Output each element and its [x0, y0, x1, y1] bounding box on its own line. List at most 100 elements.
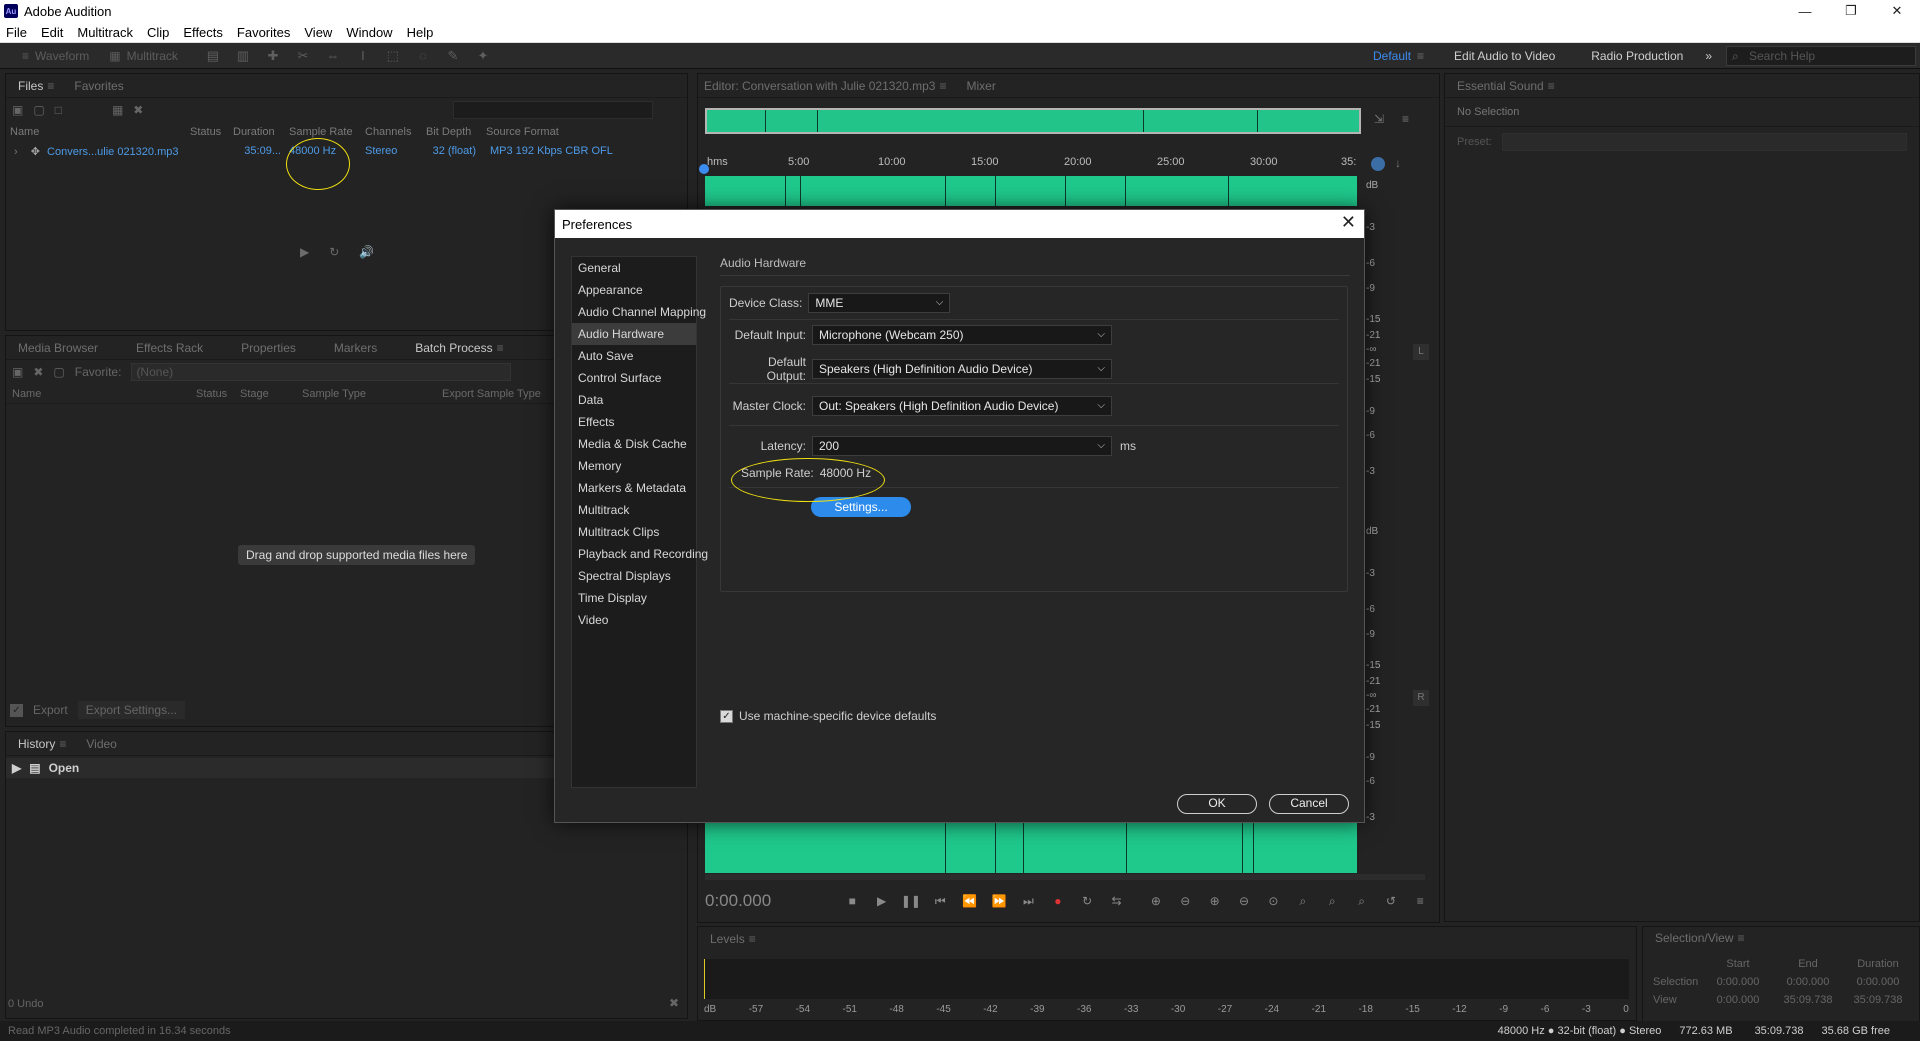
- files-panel-menu-icon[interactable]: ≡: [47, 79, 54, 93]
- marquee-tool-icon[interactable]: ⬚: [384, 48, 402, 63]
- sv-selection-end[interactable]: 0:00.000: [1773, 976, 1843, 988]
- open-file-icon[interactable]: ▣: [12, 103, 23, 117]
- preview-volume-icon[interactable]: 🔊: [359, 245, 374, 259]
- essential-sound-menu-icon[interactable]: ≡: [1548, 79, 1555, 93]
- channel-right-label[interactable]: R: [1413, 690, 1429, 706]
- zoom-reset-icon[interactable]: ↺: [1376, 894, 1405, 908]
- favorite-select[interactable]: (None): [131, 363, 512, 381]
- batch-col-export-sample-type[interactable]: Export Sample Type: [438, 388, 558, 400]
- cancel-button[interactable]: Cancel: [1269, 794, 1349, 814]
- waveform-channel-left[interactable]: [705, 176, 1357, 206]
- stop-icon[interactable]: ■: [838, 894, 867, 908]
- skip-selection-icon[interactable]: ⇆: [1102, 894, 1131, 908]
- history-delete-icon[interactable]: ✖: [669, 996, 679, 1010]
- export-settings-button[interactable]: Export Settings...: [77, 701, 186, 719]
- editor-panel-menu-icon[interactable]: ≡: [939, 79, 946, 93]
- loop-playback-icon[interactable]: ↻: [1073, 894, 1102, 908]
- history-panel-menu-icon[interactable]: ≡: [59, 737, 66, 751]
- current-time-display[interactable]: 0:00.000: [705, 891, 823, 911]
- files-search-input[interactable]: [453, 101, 654, 119]
- tab-history[interactable]: History: [18, 737, 55, 751]
- tab-video[interactable]: Video: [86, 737, 116, 751]
- menu-view[interactable]: View: [304, 25, 332, 40]
- batch-open-icon[interactable]: ▣: [12, 365, 23, 379]
- tab-effects-rack[interactable]: Effects Rack: [136, 341, 203, 355]
- lasso-tool-icon[interactable]: ◌: [414, 48, 432, 63]
- slip-tool-icon[interactable]: ⇔: [324, 48, 342, 63]
- pref-nav-item[interactable]: Multitrack: [572, 499, 696, 521]
- waveform-channel-right[interactable]: [705, 823, 1357, 873]
- pref-nav-item[interactable]: Media & Disk Cache: [572, 433, 696, 455]
- tab-batch-process[interactable]: Batch Process: [415, 341, 492, 355]
- tab-levels[interactable]: Levels: [710, 932, 745, 946]
- device-class-select[interactable]: MME ⌵: [808, 293, 951, 313]
- pref-nav-item[interactable]: Multitrack Clips: [572, 521, 696, 543]
- waveform-mode-button[interactable]: Waveform: [35, 49, 89, 63]
- menu-edit[interactable]: Edit: [41, 25, 63, 40]
- skip-to-start-icon[interactable]: ⏮: [926, 894, 955, 909]
- move-tool-icon[interactable]: ✚: [264, 48, 282, 63]
- rewind-icon[interactable]: ⏪: [955, 894, 984, 908]
- sv-selection-start[interactable]: 0:00.000: [1703, 976, 1773, 988]
- export-checkbox[interactable]: ✓: [10, 703, 23, 717]
- waveform-overview[interactable]: [705, 108, 1361, 134]
- play-icon[interactable]: ▶: [867, 894, 896, 908]
- zoom-out-time-icon[interactable]: ⊖: [1229, 894, 1258, 908]
- pref-nav-item[interactable]: Control Surface: [572, 367, 696, 389]
- default-output-select[interactable]: Speakers (High Definition Audio Device) …: [812, 359, 1112, 379]
- batch-col-stage[interactable]: Stage: [236, 388, 298, 400]
- col-source-format[interactable]: Source Format: [482, 126, 602, 138]
- selection-view-menu-icon[interactable]: ≡: [1738, 931, 1745, 945]
- pref-nav-item[interactable]: Audio Hardware: [572, 323, 696, 345]
- pref-nav-item[interactable]: Markers & Metadata: [572, 477, 696, 499]
- pref-nav-item[interactable]: Playback and Recording: [572, 543, 708, 565]
- batch-col-status[interactable]: Status: [192, 388, 236, 400]
- menu-multitrack[interactable]: Multitrack: [77, 25, 133, 40]
- new-file-icon[interactable]: □: [55, 103, 62, 117]
- channel-left-label[interactable]: L: [1413, 344, 1429, 360]
- search-help-input[interactable]: ⌕ Search Help: [1726, 46, 1916, 66]
- razor-tool-icon[interactable]: ✂: [294, 48, 312, 63]
- skip-to-end-icon[interactable]: ⏭: [1014, 894, 1043, 909]
- batch-panel-menu-icon[interactable]: ≡: [497, 341, 504, 355]
- zoom-out-amplitude-icon[interactable]: ⊖: [1171, 894, 1200, 908]
- pref-nav-item[interactable]: Auto Save: [572, 345, 696, 367]
- minimize-button[interactable]: —: [1782, 0, 1828, 22]
- time-ruler[interactable]: hms 5:00 10:00 15:00 20:00 25:00 30:00 3…: [705, 154, 1360, 172]
- pref-nav-item[interactable]: Video: [572, 609, 696, 631]
- sv-view-end[interactable]: 35:09.738: [1773, 994, 1843, 1006]
- batch-col-name[interactable]: Name: [6, 388, 192, 400]
- playhead-marker-icon[interactable]: [699, 164, 709, 174]
- tab-media-browser[interactable]: Media Browser: [18, 341, 98, 355]
- pref-nav-item[interactable]: Audio Channel Mapping: [572, 301, 706, 323]
- zoom-in-time-icon[interactable]: ⊕: [1200, 894, 1229, 908]
- menu-help[interactable]: Help: [407, 25, 434, 40]
- batch-delete-icon[interactable]: ✖: [33, 365, 43, 379]
- hud-icon[interactable]: [1371, 157, 1385, 171]
- pref-nav-item[interactable]: Appearance: [572, 279, 696, 301]
- sv-view-start[interactable]: 0:00.000: [1703, 994, 1773, 1006]
- preset-select[interactable]: [1501, 133, 1907, 151]
- record-icon[interactable]: ●: [1043, 894, 1072, 908]
- dialog-close-icon[interactable]: ✕: [1341, 212, 1356, 233]
- pref-nav-item[interactable]: Time Display: [572, 587, 696, 609]
- menu-effects[interactable]: Effects: [183, 25, 223, 40]
- machine-defaults-checkbox[interactable]: ✓: [720, 709, 733, 723]
- col-channels[interactable]: Channels: [361, 126, 422, 138]
- sv-selection-duration[interactable]: 0:00.000: [1843, 976, 1913, 988]
- zoom-selection-icon[interactable]: ⌕: [1288, 894, 1317, 909]
- preview-loop-icon[interactable]: ↻: [329, 245, 339, 259]
- workspace-radio-production[interactable]: Radio Production: [1591, 49, 1683, 63]
- default-input-select[interactable]: Microphone (Webcam 250) ⌵: [812, 325, 1112, 345]
- time-selection-tool-icon[interactable]: I: [354, 48, 372, 63]
- menu-window[interactable]: Window: [346, 25, 392, 40]
- brush-tool-icon[interactable]: ✎: [444, 48, 462, 63]
- delete-file-icon[interactable]: ✖: [133, 103, 143, 117]
- more-workspaces-icon[interactable]: »: [1705, 49, 1712, 63]
- preview-play-icon[interactable]: ▶: [300, 245, 309, 259]
- tab-selection-view[interactable]: Selection/View: [1655, 931, 1734, 945]
- spectral-display-icon[interactable]: ▤: [204, 48, 222, 63]
- spot-healing-tool-icon[interactable]: ✦: [474, 48, 492, 63]
- latency-select[interactable]: 200 ⌵: [812, 436, 1112, 456]
- multitrack-mode-button[interactable]: Multitrack: [127, 49, 178, 63]
